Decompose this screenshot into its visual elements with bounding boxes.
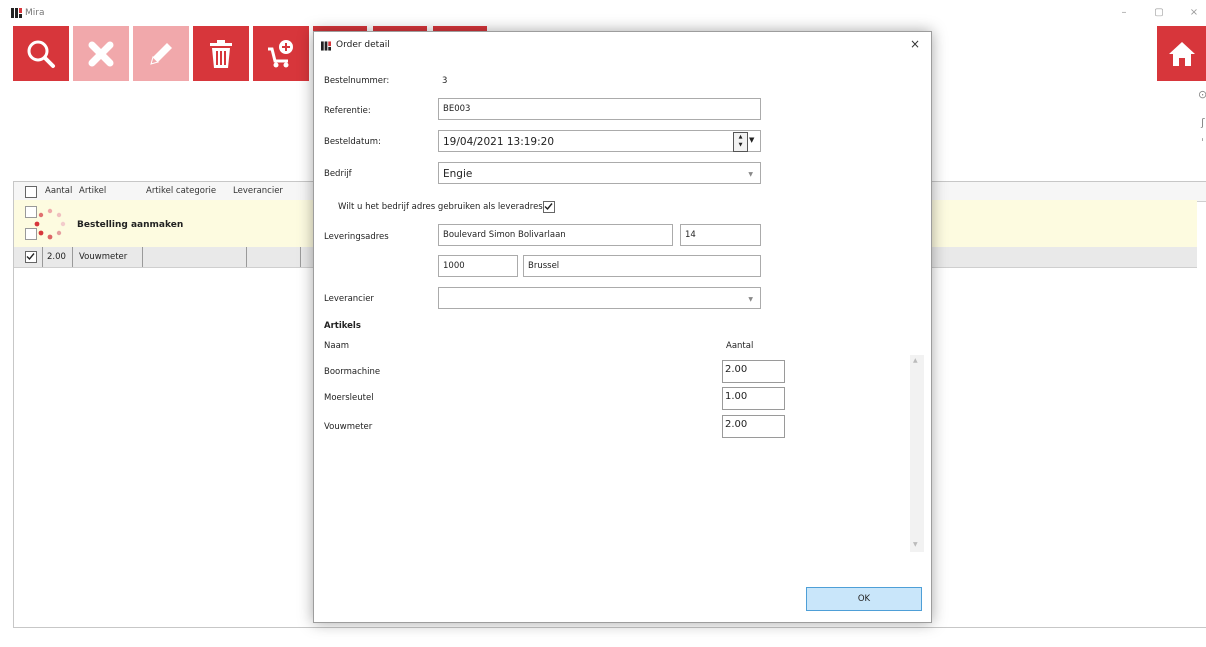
chevron-down-icon: ▼ xyxy=(748,296,753,303)
bedrijf-label: Bedrijf xyxy=(324,169,352,179)
bedrijf-value: Engie xyxy=(443,168,473,180)
busy-message: Bestelling aanmaken xyxy=(77,220,184,230)
scroll-down-icon[interactable]: ▼ xyxy=(913,541,918,548)
naam-header: Naam xyxy=(324,341,350,351)
street-input[interactable]: Boulevard Simon Bolivarlaan xyxy=(438,224,673,246)
app-logo-icon xyxy=(321,41,331,51)
cell-divider xyxy=(42,247,43,267)
article-qty-input[interactable]: 2.00 xyxy=(722,415,785,438)
referentie-label: Referentie: xyxy=(324,106,371,116)
bestelnummer-label: Bestelnummer: xyxy=(324,76,390,86)
date-dropdown-icon[interactable]: ▼ xyxy=(749,136,758,145)
dialog-title: Order detail xyxy=(336,40,390,50)
delete-button[interactable] xyxy=(193,26,249,81)
trash-icon xyxy=(210,39,232,68)
side-tool-icon: ʃ xyxy=(1201,116,1205,129)
besteldatum-input[interactable]: 19/04/2021 13:19:20 xyxy=(438,130,761,152)
artikels-title: Artikels xyxy=(324,321,361,331)
spin-up-icon[interactable]: ▲ xyxy=(734,133,747,141)
cell-divider xyxy=(300,247,301,267)
app-title: Mira xyxy=(25,8,45,18)
bestelnummer-value: 3 xyxy=(442,76,448,86)
cell-divider xyxy=(246,247,247,267)
column-artikel-categorie[interactable]: Artikel categorie xyxy=(146,186,216,196)
select-all-checkbox[interactable] xyxy=(25,186,37,198)
besteldatum-label: Besteldatum: xyxy=(324,137,381,147)
cell-divider xyxy=(142,247,143,267)
leveringsadres-label: Leveringsadres xyxy=(324,232,389,242)
cart-add-icon xyxy=(268,39,293,67)
cancel-button[interactable] xyxy=(73,26,129,81)
edit-pencil-icon xyxy=(150,42,172,65)
article-qty-input[interactable]: 2.00 xyxy=(722,360,785,383)
ok-button[interactable]: OK xyxy=(806,587,922,611)
order-detail-dialog: Order detail × Bestelnummer: 3 Referenti… xyxy=(313,31,932,623)
aantal-header: Aantal xyxy=(726,341,754,351)
leverancier-label: Leverancier xyxy=(324,294,374,304)
home-icon xyxy=(1168,41,1195,66)
maximize-button[interactable]: ▢ xyxy=(1152,6,1166,20)
besteldatum-value: 19/04/2021 13:19:20 xyxy=(443,136,555,148)
search-icon xyxy=(27,40,55,68)
edit-button[interactable] xyxy=(133,26,189,81)
search-button[interactable] xyxy=(13,26,69,81)
minimize-button[interactable]: – xyxy=(1117,6,1131,20)
delete-x-icon xyxy=(88,41,114,66)
info-icon: ⊙ xyxy=(1198,88,1206,101)
loading-spinner-icon xyxy=(34,208,66,240)
cell-divider xyxy=(72,247,73,267)
checkmark-icon xyxy=(544,203,553,211)
column-artikel[interactable]: Artikel xyxy=(79,186,106,196)
referentie-input[interactable]: BE003 xyxy=(438,98,761,120)
chevron-down-icon: ▼ xyxy=(748,171,753,178)
column-aantal[interactable]: Aantal xyxy=(45,186,72,196)
side-tool-icon-2: ˈ xyxy=(1201,136,1205,149)
article-name: Moersleutel xyxy=(324,393,374,403)
close-window-button[interactable]: × xyxy=(1187,6,1201,20)
spin-down-icon[interactable]: ▼ xyxy=(734,141,747,149)
row-aantal: 2.00 xyxy=(47,252,66,262)
article-name: Boormachine xyxy=(324,367,381,377)
app-logo-icon xyxy=(11,8,22,18)
scroll-up-icon[interactable]: ▲ xyxy=(913,357,918,364)
city-input[interactable]: Brussel xyxy=(523,255,761,277)
home-button[interactable] xyxy=(1157,26,1206,81)
add-to-cart-button[interactable] xyxy=(253,26,309,81)
postcode-input[interactable]: 1000 xyxy=(438,255,518,277)
checkmark-icon xyxy=(26,253,35,261)
leverancier-select[interactable]: ▼ xyxy=(438,287,761,309)
use-address-label: Wilt u het bedrijf adres gebruiken als l… xyxy=(338,202,548,212)
articles-scrollbar[interactable]: ▲ ▼ xyxy=(910,355,924,552)
dialog-close-button[interactable]: × xyxy=(908,37,922,51)
window-titlebar: Mira – ▢ × xyxy=(0,0,1206,26)
date-spinner[interactable]: ▲ ▼ xyxy=(733,132,748,152)
number-input[interactable]: 14 xyxy=(680,224,761,246)
article-name: Vouwmeter xyxy=(324,422,373,432)
row-artikel: Vouwmeter xyxy=(79,252,128,262)
bedrijf-select[interactable]: Engie ▼ xyxy=(438,162,761,184)
article-qty-input[interactable]: 1.00 xyxy=(722,387,785,410)
column-leverancier[interactable]: Leverancier xyxy=(233,186,283,196)
